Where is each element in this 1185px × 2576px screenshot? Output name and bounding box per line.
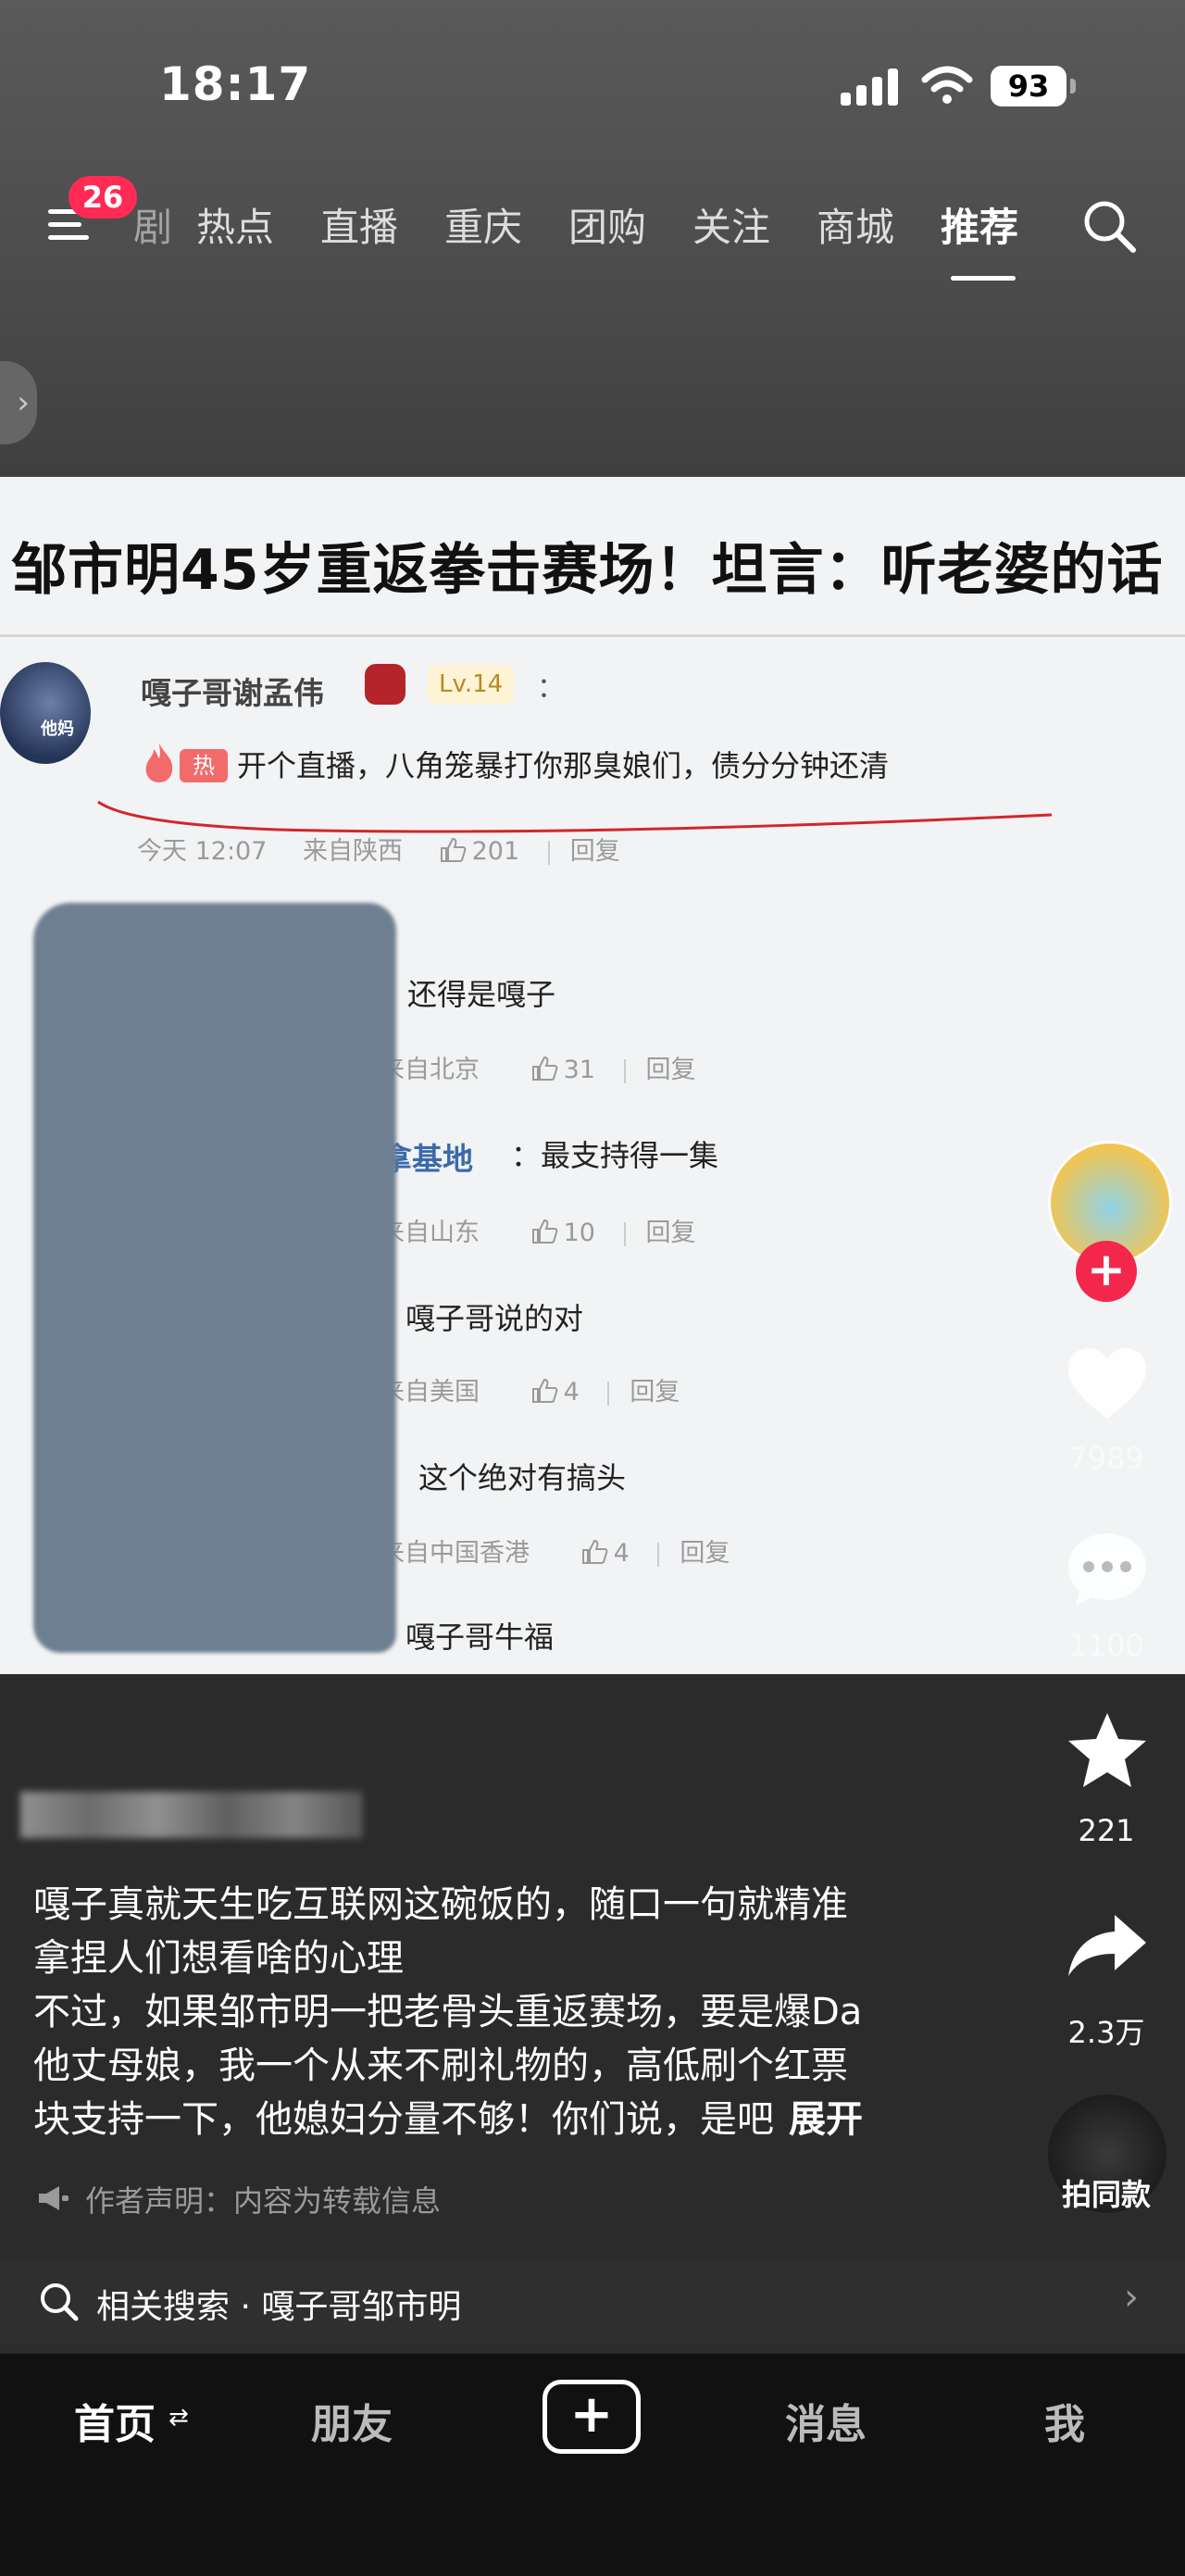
nav-friends[interactable]: 朋友 [311,2391,393,2450]
nav-messages[interactable]: 消息 [785,2391,867,2450]
battery-indicator: 93 [991,66,1066,106]
search-icon[interactable] [1079,196,1139,256]
search-icon [41,2283,79,2321]
favorite-count: 221 [1078,1813,1135,1848]
signal-icon [841,67,900,106]
top-comment-text: 开个直播，八角笼暴打你那臭娘们，债分分钟还清 [237,748,890,783]
like-icon [531,1056,557,1081]
like-icon [531,1219,557,1244]
status-time: 18:17 [159,57,312,111]
tab-chongqing[interactable]: 重庆 [444,196,522,253]
reply-meta: 来自山东 10 回复 [380,1219,696,1247]
like-count: 7989 [1068,1441,1144,1476]
author-name-blurred [20,1792,363,1838]
video-caption: 嘎子真就天生吃互联网这碗饭的，随口一句就精准 拿捏人们想看啥的心理 不过，如果邹… [33,1883,863,2141]
megaphone-icon [39,2186,69,2210]
same-style-label[interactable]: 拍同款 [1046,2171,1166,2214]
reply-meta: 来自北京 31 回复 [380,1056,696,1084]
video-content[interactable]: 邹市明45岁重返拳击赛场！坦言：听老婆的话 他妈 嘎子哥谢孟伟 Lv.14 ： … [0,477,1185,1674]
share-count: 2.3万 [1067,2015,1145,2050]
swap-icon: ⇄ [168,2404,189,2432]
reply-text: ：嘎子哥牛福 [376,1619,555,1655]
chevron-right-icon[interactable]: › [1124,2276,1139,2319]
comment-user-name: 嘎子哥谢孟伟 [141,675,324,711]
reply-text: ：嘎子哥说的对 [376,1301,584,1336]
fan-badge-icon [365,664,405,705]
comment-icon[interactable] [1063,1526,1152,1615]
author-declaration: 作者声明：内容为转载信息 [85,2183,442,2219]
video-headline: 邹市明45岁重返拳击赛场！坦言：听老婆的话 [11,538,1164,603]
tab-hot[interactable]: 热点 [196,196,274,253]
tab-groupbuy[interactable]: 团购 [568,196,646,253]
avatar: 他妈 [0,662,91,764]
tab-recommend[interactable]: 推荐 [941,196,1018,253]
like-icon [531,1378,557,1403]
reply-text: ：还得是嘎子 [378,977,556,1012]
add-button[interactable]: + [543,2380,641,2454]
active-tab-indicator [951,276,1016,281]
heart-icon[interactable] [1063,1341,1152,1430]
tab-drama[interactable]: 剧 [133,196,172,253]
nav-home[interactable]: 首页 [74,2391,156,2450]
flame-icon [145,744,173,782]
divider [0,634,1185,637]
tab-following[interactable]: 关注 [692,196,770,253]
follow-button[interactable]: + [1076,1241,1137,1302]
red-underline-annotation [97,800,1053,833]
related-search-text[interactable]: 相关搜索 · 嘎子哥邹市明 [96,2280,461,2328]
notification-badge: 26 [69,176,137,219]
tab-mall[interactable]: 商城 [817,196,894,253]
reply-meta: 来自美国 4 回复 [380,1378,680,1407]
comment-count: 1100 [1068,1628,1144,1663]
level-badge: Lv.14 [428,665,515,704]
share-icon[interactable] [1063,1902,1152,1991]
reply-text: 这个绝对有搞头 [418,1460,627,1495]
tab-live[interactable]: 直播 [320,196,398,253]
wifi-icon [921,66,973,104]
battery-tip [1070,79,1076,94]
reply-meta: 来自中国香港 4 回复 [380,1539,730,1568]
censored-blur [33,903,396,1653]
expand-button[interactable]: 展开 [789,2098,863,2141]
star-icon[interactable] [1063,1707,1152,1796]
comment-colon: ： [537,672,565,705]
nav-me[interactable]: 我 [1044,2391,1085,2450]
like-icon [581,1539,607,1564]
reply-text: ：最支持得一集 [511,1138,719,1173]
hot-tag: 热 [180,749,228,782]
